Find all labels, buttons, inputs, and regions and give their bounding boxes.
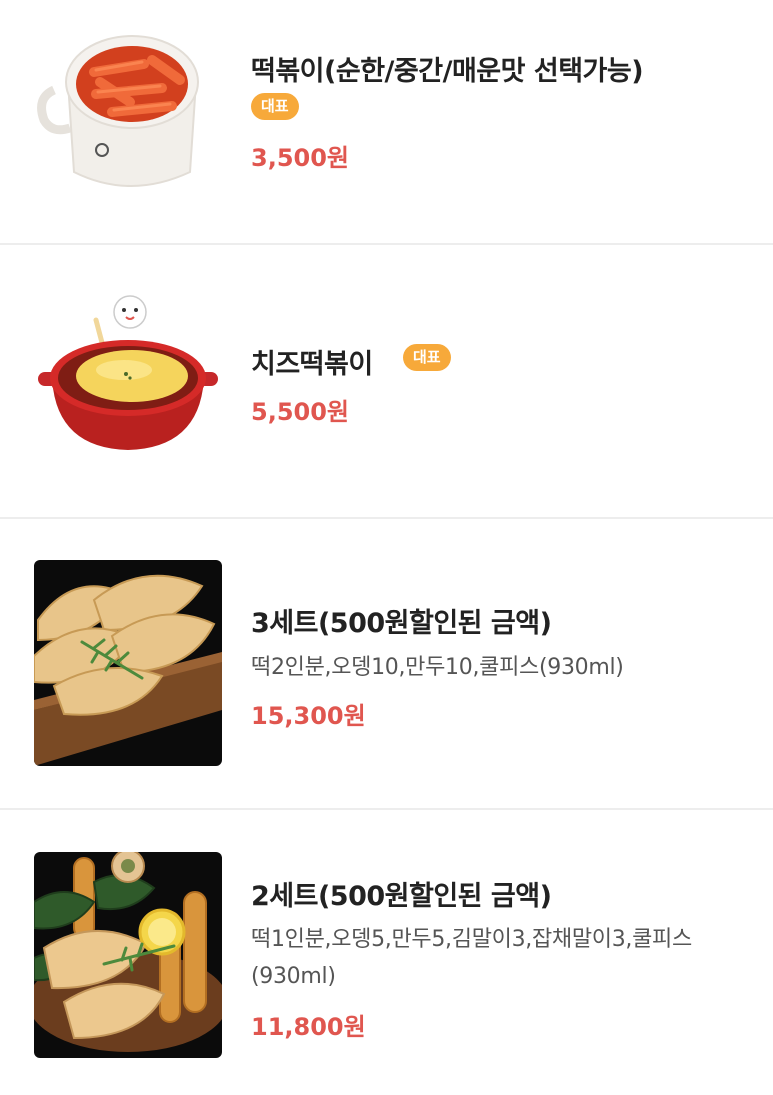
item-description: 떡2인분,오뎅10,만두10,쿨피스(930ml) [251,655,624,680]
item-price: 15,300원 [251,702,366,730]
item-price: 3,500원 [251,144,349,172]
fried-platter-image [34,852,222,1058]
item-price: 11,800원 [251,1013,366,1041]
item-name: 2세트(500원할인된 금액) [251,881,552,912]
cheese-tteokbokki-pot-image [34,278,222,484]
tteokbokki-cup-image [34,22,222,228]
menu-item-cheese-tteokbokki[interactable]: 치즈떡볶이 대표 5,500원 [0,245,773,517]
menu-item-tteokbokki[interactable]: 떡볶이(순한/중간/매운맛 선택가능) 대표 3,500원 [0,0,773,244]
item-name: 치즈떡볶이 [251,349,373,380]
fried-dumplings-image [34,560,222,766]
mascot-icon [113,295,147,329]
menu-list: 떡볶이(순한/중간/매운맛 선택가능) 대표 3,500원 치즈떡볶이 대표 5… [0,0,773,1095]
signature-badge: 대표 [251,93,299,120]
item-description: 떡1인분,오뎅5,만두5,김말이3,잡채말이3,쿨피스(930ml) [251,927,692,989]
item-price: 5,500원 [251,398,349,426]
item-name: 3세트(500원할인된 금액) [251,608,552,639]
signature-badge: 대표 [403,344,451,371]
item-name: 떡볶이(순한/중간/매운맛 선택가능) [251,56,644,87]
menu-item-set-3[interactable]: 3세트(500원할인된 금액) 떡2인분,오뎅10,만두10,쿨피스(930ml… [0,519,773,807]
menu-item-set-2[interactable]: 2세트(500원할인된 금액) 떡1인분,오뎅5,만두5,김말이3,잡채말이3,… [0,810,773,1095]
